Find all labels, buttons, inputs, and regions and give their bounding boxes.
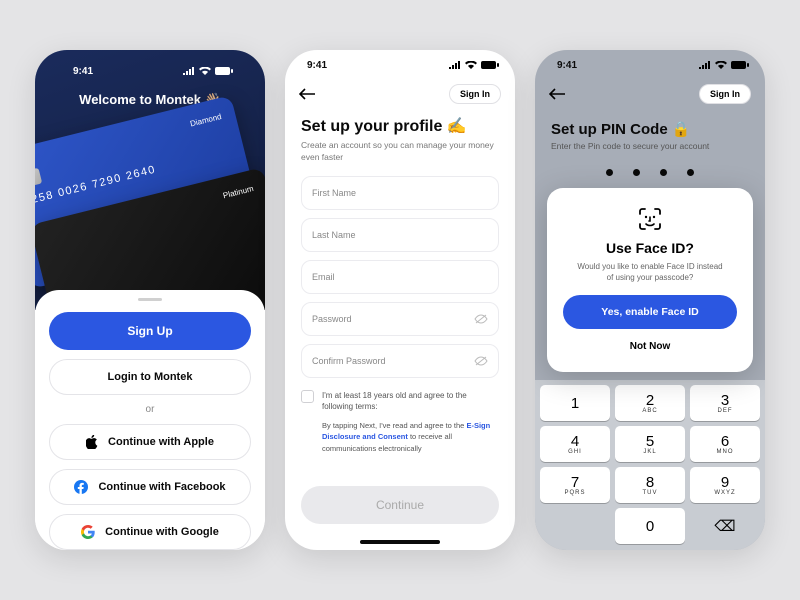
signal-icon — [449, 61, 461, 69]
status-icons — [449, 61, 499, 69]
continue-facebook-button[interactable]: Continue with Facebook — [49, 469, 251, 505]
password-field[interactable]: Password — [301, 302, 499, 336]
keypad-key-1[interactable]: 1 — [540, 385, 610, 421]
card-chip-icon — [35, 168, 42, 189]
terms-label: I'm at least 18 years old and agree to t… — [322, 390, 499, 412]
battery-icon — [215, 67, 233, 75]
signin-button[interactable]: Sign In — [699, 84, 751, 104]
first-name-field[interactable]: First Name — [301, 176, 499, 210]
back-button[interactable] — [299, 82, 323, 106]
confirm-password-field[interactable]: Confirm Password — [301, 344, 499, 378]
wifi-icon — [465, 61, 477, 69]
facebook-icon — [74, 480, 88, 494]
continue-google-button[interactable]: Continue with Google — [49, 514, 251, 550]
divider-or: or — [49, 404, 251, 415]
status-bar: 9:41 — [535, 50, 765, 80]
keypad-key-9[interactable]: 9wxyz — [690, 467, 760, 503]
status-icons — [699, 61, 749, 69]
status-bar: 9:41 — [285, 50, 515, 80]
wifi-icon — [199, 67, 211, 75]
hero: 9:41 Welcome to Montek 👋🏼 Diamond 7258 0… — [35, 50, 265, 310]
card-tier: Diamond — [189, 112, 222, 128]
google-icon — [81, 525, 95, 539]
terms-checkbox-row[interactable]: I'm at least 18 years old and agree to t… — [301, 390, 499, 412]
pin-dot — [660, 169, 667, 176]
back-button[interactable] — [549, 82, 573, 106]
enable-faceid-button[interactable]: Yes, enable Face ID — [563, 295, 737, 329]
pin-dots — [551, 169, 749, 176]
nav-bar: Sign In — [535, 80, 765, 108]
card-tier: Platinum — [222, 184, 254, 200]
battery-icon — [481, 61, 499, 69]
nav-bar: Sign In — [285, 80, 515, 108]
consent-text: By tapping Next, I've read and agree to … — [301, 420, 499, 454]
faceid-icon — [637, 206, 663, 232]
signin-button[interactable]: Sign In — [449, 84, 501, 104]
keypad-key-4[interactable]: 4ghi — [540, 426, 610, 462]
status-time: 9:41 — [73, 66, 93, 77]
sheet-handle[interactable] — [138, 298, 162, 301]
email-field[interactable]: Email — [301, 260, 499, 294]
keypad-key-0[interactable]: 0 — [615, 508, 685, 544]
status-bar: 9:41 — [51, 56, 249, 86]
pin-dot — [606, 169, 613, 176]
signup-button[interactable]: Sign Up — [49, 312, 251, 350]
numeric-keypad: 12abc3def 4ghi5jkl6mno 7pqrs8tuv9wxyz0⌫ — [535, 380, 765, 550]
screen-pin: 9:41 Sign In Set up PIN Code 🔒 Enter the… — [535, 50, 765, 550]
modal-body: Would you like to enable Face ID instead… — [563, 261, 737, 283]
pin-dot — [687, 169, 694, 176]
wifi-icon — [715, 61, 727, 69]
eye-off-icon[interactable] — [474, 314, 488, 324]
modal-title: Use Face ID? — [563, 240, 737, 256]
pin-dot — [633, 169, 640, 176]
keypad-key-7[interactable]: 7pqrs — [540, 467, 610, 503]
status-time: 9:41 — [557, 60, 577, 71]
card-stack: Diamond 7258 0026 7290 2640 n Ericksson … — [51, 128, 249, 308]
keypad-key-6[interactable]: 6mno — [690, 426, 760, 462]
eye-off-icon[interactable] — [474, 356, 488, 366]
status-icons — [183, 67, 233, 75]
signal-icon — [699, 61, 711, 69]
apple-icon — [86, 435, 98, 449]
backspace-key[interactable]: ⌫ — [690, 508, 760, 544]
keypad-key-3[interactable]: 3def — [690, 385, 760, 421]
battery-icon — [731, 61, 749, 69]
page-title: Set up PIN Code 🔒 — [551, 120, 749, 138]
last-name-field[interactable]: Last Name — [301, 218, 499, 252]
home-indicator[interactable] — [360, 540, 440, 544]
keypad-key-2[interactable]: 2abc — [615, 385, 685, 421]
screen-welcome: 9:41 Welcome to Montek 👋🏼 Diamond 7258 0… — [35, 50, 265, 550]
faceid-modal: Use Face ID? Would you like to enable Fa… — [547, 188, 753, 372]
checkbox-icon[interactable] — [301, 390, 314, 403]
keypad-spacer — [540, 508, 610, 544]
not-now-button[interactable]: Not Now — [563, 335, 737, 358]
keypad-key-5[interactable]: 5jkl — [615, 426, 685, 462]
login-button[interactable]: Login to Montek — [49, 359, 251, 395]
arrow-left-icon — [549, 88, 565, 100]
continue-apple-button[interactable]: Continue with Apple — [49, 424, 251, 460]
page-title: Set up your profile ✍️ — [301, 116, 499, 136]
signal-icon — [183, 67, 195, 75]
page-subtitle: Create an account so you can manage your… — [301, 140, 499, 164]
keypad-key-8[interactable]: 8tuv — [615, 467, 685, 503]
screen-profile: 9:41 Sign In Set up your profile ✍️ Crea… — [285, 50, 515, 550]
page-subtitle: Enter the Pin code to secure your accoun… — [551, 141, 749, 151]
status-time: 9:41 — [307, 60, 327, 71]
pin-header: Set up PIN Code 🔒 Enter the Pin code to … — [535, 108, 765, 188]
profile-form: Set up your profile ✍️ Create an account… — [285, 108, 515, 550]
continue-button[interactable]: Continue — [301, 486, 499, 524]
arrow-left-icon — [299, 88, 315, 100]
auth-sheet: Sign Up Login to Montek or Continue with… — [35, 290, 265, 550]
